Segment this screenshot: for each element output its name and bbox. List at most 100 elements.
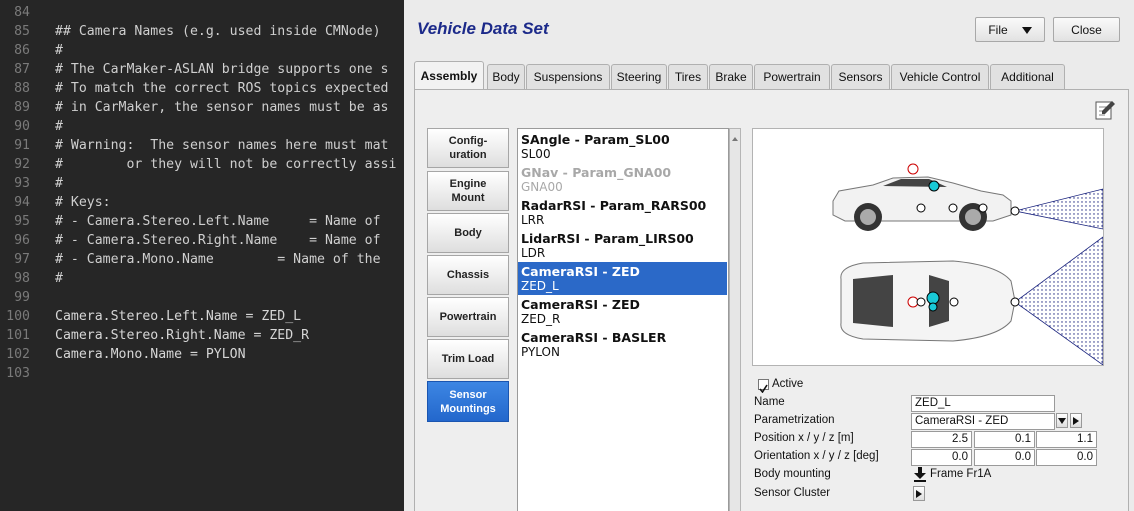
code-line[interactable]: 103 (0, 364, 404, 383)
code-line[interactable]: 90 # (0, 117, 404, 136)
line-number: 102 (6, 347, 30, 362)
line-number: 94 (14, 195, 30, 210)
body-mounting-value: Frame Fr1A (930, 468, 992, 480)
orientation-x-field[interactable]: 0.0 (911, 449, 972, 466)
code-line[interactable]: 96 # - Camera.Stereo.Right.Name = Name of (0, 231, 404, 250)
code-text: # or they will not be correctly assi (55, 157, 397, 172)
code-line[interactable]: 86 # (0, 41, 404, 60)
code-editor[interactable]: 84 85 ## Camera Names (e.g. used inside CM… (0, 0, 404, 511)
sensor-item-sub: SL00 (521, 147, 551, 161)
sensor-item-sub: ZED_R (521, 312, 561, 326)
dialog-title: Vehicle Data Set (417, 19, 549, 38)
side-btn-sensor-mountings[interactable]: Sensor Mountings (427, 381, 509, 422)
sensor-item-sub: LDR (521, 246, 546, 260)
sensor-item-sub: PYLON (521, 345, 560, 359)
code-line[interactable]: 99 (0, 288, 404, 307)
code-line[interactable]: 84 (0, 3, 404, 22)
line-number: 84 (14, 5, 30, 20)
line-number: 96 (14, 233, 30, 248)
tab-steering[interactable]: Steering (611, 64, 667, 89)
sensor-item[interactable]: CameraRSI - ZED ZED_R (518, 295, 727, 328)
parametrization-field[interactable]: CameraRSI - ZED (911, 413, 1055, 430)
line-number: 89 (14, 100, 30, 115)
position-z-field[interactable]: 1.1 (1036, 431, 1097, 448)
code-text: # (55, 43, 63, 58)
vehicle-preview (752, 128, 1104, 366)
sensor-list-scrollbar[interactable] (729, 128, 741, 511)
sensor-item[interactable]: CameraRSI - BASLER PYLON (518, 328, 727, 361)
tab-assembly[interactable]: Assembly (414, 61, 484, 90)
code-line[interactable]: 100 Camera.Stereo.Left.Name = ZED_L (0, 307, 404, 326)
sensor-item[interactable]: GNav - Param_GNA00 GNA00 (518, 163, 727, 196)
sensor-item[interactable]: SAngle - Param_SL00 SL00 (518, 130, 727, 163)
code-text: # (55, 271, 63, 286)
code-line[interactable]: 87 # The CarMaker-ASLAN bridge supports o… (0, 60, 404, 79)
tab-brake[interactable]: Brake (709, 64, 753, 89)
tab-suspensions[interactable]: Suspensions (526, 64, 610, 89)
gnav-marker (907, 163, 919, 175)
sensor-item[interactable]: LidarRSI - Param_LIRS00 LDR (518, 229, 727, 262)
position-x-field[interactable]: 2.5 (911, 431, 972, 448)
sensor-marker (916, 203, 926, 213)
active-checkbox[interactable] (758, 379, 769, 394)
side-btn-configuration[interactable]: Config- uration (427, 128, 509, 168)
download-arrow-icon[interactable] (913, 467, 927, 482)
code-text: # - Camera.Stereo.Right.Name = Name of (55, 233, 381, 248)
scroll-up-arrow-icon[interactable] (731, 130, 739, 141)
code-line[interactable]: 89 # in CarMaker, the sensor names must b… (0, 98, 404, 117)
sensor-item-selected[interactable]: CameraRSI - ZED ZED_L (518, 262, 727, 295)
edit-notes-icon[interactable] (1094, 99, 1116, 121)
side-btn-engine-mount[interactable]: Engine Mount (427, 171, 509, 211)
line-number: 92 (14, 157, 30, 172)
param-open-icon[interactable] (1070, 413, 1082, 428)
sensor-cluster-open-icon[interactable] (913, 486, 925, 501)
line-number: 86 (14, 43, 30, 58)
side-btn-body[interactable]: Body (427, 213, 509, 253)
orientation-y-field[interactable]: 0.0 (974, 449, 1035, 466)
orientation-label: Orientation x / y / z [deg] (754, 450, 879, 462)
position-y-field[interactable]: 0.1 (974, 431, 1035, 448)
side-btn-chassis[interactable]: Chassis (427, 255, 509, 295)
side-fov-cone (1014, 188, 1104, 230)
name-field[interactable]: ZED_L (911, 395, 1055, 412)
sensor-marker (978, 203, 988, 213)
side-btn-powertrain[interactable]: Powertrain (427, 297, 509, 337)
sensor-marker (949, 297, 959, 307)
code-line[interactable]: 95 # - Camera.Stereo.Left.Name = Name of (0, 212, 404, 231)
tab-sensors[interactable]: Sensors (831, 64, 890, 89)
side-btn-trim-load[interactable]: Trim Load (427, 339, 509, 379)
code-line[interactable]: 98 # (0, 269, 404, 288)
tab-powertrain[interactable]: Powertrain (754, 64, 830, 89)
code-line[interactable]: 101 Camera.Stereo.Right.Name = ZED_R (0, 326, 404, 345)
line-number: 99 (14, 290, 30, 305)
sensor-item[interactable]: RadarRSI - Param_RARS00 LRR (518, 196, 727, 229)
sensor-item-title: CameraRSI - BASLER (521, 330, 667, 345)
line-number: 90 (14, 119, 30, 134)
tab-body[interactable]: Body (487, 64, 525, 89)
code-line[interactable]: 91 # Warning: The sensor names here must … (0, 136, 404, 155)
orientation-z-field[interactable]: 0.0 (1036, 449, 1097, 466)
code-line[interactable]: 92 # or they will not be correctly assi (0, 155, 404, 174)
parametrization-label: Parametrization (754, 414, 835, 426)
code-line[interactable]: 94 # Keys: (0, 193, 404, 212)
line-number: 85 (14, 24, 30, 39)
tab-additional[interactable]: Additional (990, 64, 1065, 89)
tab-tires[interactable]: Tires (668, 64, 708, 89)
line-number: 93 (14, 176, 30, 191)
code-text: ## Camera Names (e.g. used inside CMNode… (55, 24, 381, 39)
code-line[interactable]: 88 # To match the correct ROS topics expe… (0, 79, 404, 98)
code-line[interactable]: 85 ## Camera Names (e.g. used inside CMNo… (0, 22, 404, 41)
line-number: 101 (6, 328, 30, 343)
code-text: # in CarMaker, the sensor names must be … (55, 100, 389, 115)
code-line[interactable]: 93 # (0, 174, 404, 193)
sensor-list[interactable]: SAngle - Param_SL00 SL00 GNav - Param_GN… (517, 128, 729, 511)
param-dropdown-icon[interactable] (1056, 413, 1068, 428)
line-number: 91 (14, 138, 30, 153)
code-line[interactable]: 97 # - Camera.Mono.Name = Name of the (0, 250, 404, 269)
code-text: Camera.Stereo.Right.Name = ZED_R (55, 328, 310, 343)
code-line[interactable]: 102 Camera.Mono.Name = PYLON (0, 345, 404, 364)
close-button[interactable]: Close (1053, 17, 1120, 42)
tab-vehicle-control[interactable]: Vehicle Control (891, 64, 989, 89)
camera-marker (928, 180, 940, 192)
file-menu-button[interactable]: File (975, 17, 1045, 42)
